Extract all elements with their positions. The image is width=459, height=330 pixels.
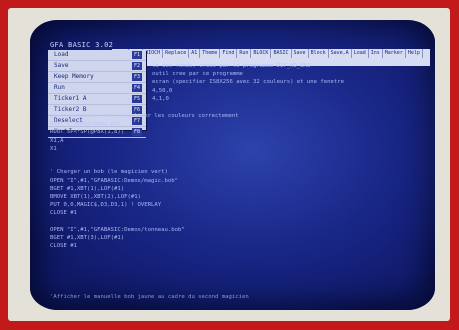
status-line: 'Afficher le manuelle bob jaune au cadre…	[50, 294, 249, 300]
dropdown-item-label: Run	[54, 84, 65, 91]
menubar-item[interactable]: Replace	[163, 49, 190, 58]
code-line: OPEN "I",#1,"GFABASIC:Demos/tonneau.bob"	[50, 226, 185, 233]
menubar-item[interactable]: Find	[220, 49, 238, 58]
dropdown-item[interactable]: Ticker1 A F5	[48, 94, 146, 105]
dropdown-item[interactable]: Keep Memory F3	[48, 72, 146, 83]
code-line: OPEN "I",#1,"GFABASIC:Demos/magic.bob"	[50, 177, 178, 184]
code-line: ge des couleurs et initialiser les coule…	[50, 113, 239, 119]
code-line: X1,A	[50, 137, 64, 144]
function-key-badge: F2	[131, 62, 142, 70]
menubar-item[interactable]: Save	[292, 49, 309, 58]
menubar-item[interactable]: BASIC	[271, 49, 292, 58]
code-line: CLOSE #1	[50, 210, 77, 217]
code-line: BGET #1,XBT(3),LOF(#1)	[50, 235, 125, 242]
menubar-item[interactable]: BIOCH	[143, 49, 164, 58]
code-line: BMOVE XBT(1),XBT(2),LOF(#1)	[50, 194, 141, 201]
function-key-badge: F4	[131, 84, 142, 92]
code-block-top: la des fonds, crees par le programme DIF…	[152, 62, 422, 103]
code-line: outil cree par ce programme	[152, 71, 243, 78]
crt-screen: GFA BASIC 3.02 QuitNewBIOCHReplaceA1Them…	[30, 20, 435, 310]
code-line: ecran (specifier IS8X256 avec 32 couleur…	[152, 79, 344, 86]
dropdown-item-label: Ticker1 A	[54, 95, 87, 102]
code-block-middle: ge des couleurs et initialiser les coule…	[50, 112, 420, 153]
menubar-item[interactable]: BLOCK	[251, 49, 272, 58]
code-line: la des fonds, crees par le programme DIF…	[152, 63, 311, 69]
dropdown-item-label: Load	[54, 51, 69, 58]
menubar-item[interactable]: Save,A	[329, 49, 352, 58]
function-key-badge: F1	[131, 51, 142, 59]
menubar-item[interactable]: Run	[237, 49, 252, 58]
function-key-badge: F3	[131, 73, 142, 81]
code-line: ' Charger un bob (le magicien vert)	[50, 169, 168, 176]
code-block-bottom: ' Charger un bob (le magicien vert) OPEN …	[50, 152, 420, 250]
menubar-item[interactable]: Marker	[383, 49, 406, 58]
menubar-item[interactable]: Help	[406, 49, 423, 58]
dropdown-item[interactable]: Load F1	[48, 50, 146, 61]
code-line: CLOSE #1	[50, 243, 77, 250]
code-line: BGET #1,XBT(1),LOF(#1)	[50, 185, 125, 192]
menubar-item[interactable]: Load	[352, 49, 369, 58]
dropdown-item[interactable]: Run F4	[48, 83, 146, 94]
code-line: ROUT 5 Demos/Demo.pal	[50, 121, 121, 128]
code-line: 4,50,0	[152, 87, 173, 94]
code-line: ROUT sP<*SP(@P8X(1,8))	[50, 129, 125, 136]
editor-title: GFA BASIC 3.02	[50, 41, 114, 49]
menubar-item[interactable]: Theme	[200, 49, 221, 58]
dropdown-item-label: Save	[54, 62, 69, 69]
function-key-badge: F5	[131, 95, 142, 103]
dropdown-item[interactable]: Save F2	[48, 61, 146, 72]
code-line: 4,1,0	[152, 95, 169, 102]
menubar-item[interactable]: A1	[189, 49, 201, 58]
menubar-item[interactable]: Block	[309, 49, 329, 58]
dropdown-item-label: Keep Memory	[54, 73, 94, 80]
code-line: PUT 0,0,MAGIC$,D3,D3,1) ! OVERLAY	[50, 202, 162, 209]
menubar-item[interactable]: Ins	[369, 49, 383, 58]
